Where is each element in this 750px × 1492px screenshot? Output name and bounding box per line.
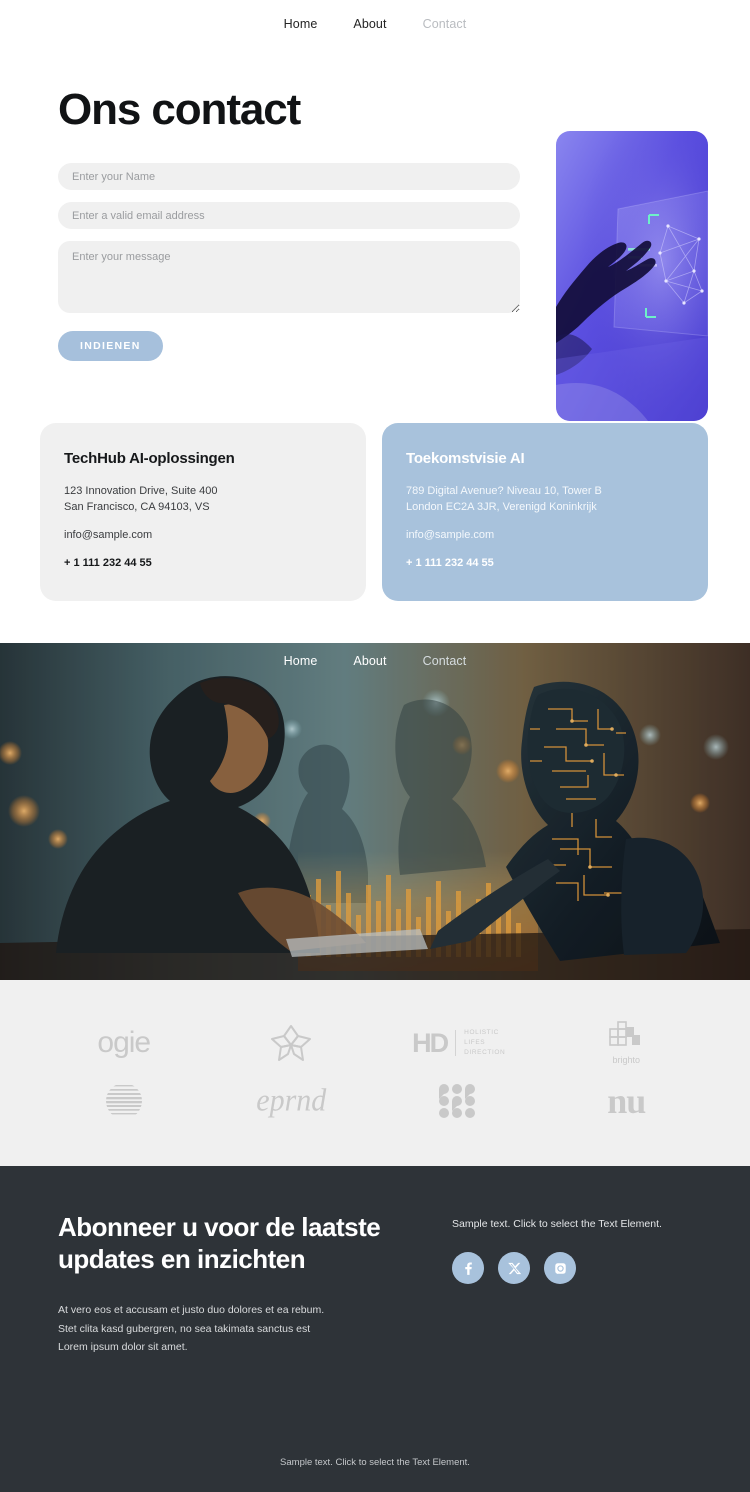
burla-logo-text: eprnd <box>256 1083 327 1118</box>
footer-body-line-1: At vero eos et accusam et justo duo dolo… <box>58 1304 325 1317</box>
footer-body-line-2: Stet clita kasd gubergren, no sea takima… <box>58 1322 311 1335</box>
hd-monogram: HD <box>412 1027 449 1058</box>
card-phone[interactable]: + 1 111 232 44 55 <box>64 557 342 569</box>
x-twitter-icon[interactable] <box>498 1252 530 1285</box>
brighto-blocks-icon <box>609 1021 641 1046</box>
banner-navigation: Home About Contact <box>0 654 750 668</box>
email-input[interactable] <box>58 202 520 230</box>
flower-star-icon <box>271 1025 312 1062</box>
card-email[interactable]: info@sample.com <box>64 528 342 544</box>
logo-divider <box>455 1030 457 1057</box>
page-root: Home About Contact Ons contact INDIENEN <box>0 0 750 1492</box>
holistic-lifes-direction-logo: HD HOLISTIC LIFES DIRECTION <box>384 1028 534 1059</box>
hd-tagline: HOLISTIC LIFES DIRECTION <box>464 1028 505 1058</box>
dot-pattern-icon <box>438 1084 475 1119</box>
footer-left-column: Abonneer u voor de laatste updates en in… <box>58 1212 388 1357</box>
logo-row-2: eprnd nu <box>0 1072 750 1130</box>
partner-logos-section: ogie HD HOLISTIC LIFES DIRECTION brighto… <box>0 980 750 1167</box>
woman-and-robot-illustration <box>0 643 750 981</box>
contact-hero-image <box>556 131 708 421</box>
footer-body-line-3: Lorem ipsum dolor sit amet. <box>58 1341 188 1354</box>
logo-row-1: ogie HD HOLISTIC LIFES DIRECTION brighto <box>0 1014 750 1072</box>
burla-script-logo: eprnd <box>216 1083 366 1118</box>
card-address-line-1: 789 Digital Avenue? Niveau 10, Tower B <box>406 485 602 498</box>
nav-item-home[interactable]: Home <box>284 17 318 31</box>
contact-section: Ons contact INDIENEN <box>0 47 750 602</box>
ogie-logo-text: ogie <box>97 1026 151 1060</box>
contact-card-toekomstvisie: Toekomstvisie AI 789 Digital Avenue? Niv… <box>382 423 708 602</box>
page-title: Ons contact <box>58 85 301 134</box>
nu-serif-logo: nu <box>551 1080 701 1122</box>
x-glyph <box>507 1262 521 1274</box>
name-input[interactable] <box>58 163 520 191</box>
banner-nav-item-home[interactable]: Home <box>284 654 318 668</box>
flower-star-logo <box>216 1020 366 1066</box>
card-address-line-2: London EC2A 3JR, Verenigd Koninkrijk <box>406 500 597 513</box>
hd-tagline-line-1: HOLISTIC <box>464 1028 499 1036</box>
hd-tagline-line-2: LIFES <box>464 1038 486 1046</box>
brighto-logo-text: brighto <box>612 1055 641 1066</box>
card-address-line-2: San Francisco, CA 94103, VS <box>64 500 210 513</box>
footer: Abonneer u voor de laatste updates en in… <box>0 1166 750 1492</box>
instagram-glyph <box>554 1262 566 1274</box>
nav-item-contact[interactable]: Contact <box>423 17 467 31</box>
card-phone[interactable]: + 1 111 232 44 55 <box>406 557 684 569</box>
contact-card-techhub: TechHub AI-oplossingen 123 Innovation Dr… <box>40 423 366 602</box>
banner-nav-item-about[interactable]: About <box>353 654 386 668</box>
dot-pattern-logo <box>384 1080 534 1122</box>
footer-bottom-text: Sample text. Click to select the Text El… <box>280 1456 470 1468</box>
hd-tagline-line-3: DIRECTION <box>464 1049 506 1057</box>
card-title: Toekomstvisie AI <box>406 450 525 468</box>
banner-nav-item-contact[interactable]: Contact <box>423 654 467 668</box>
message-textarea[interactable] <box>58 241 520 314</box>
brighto-logo: brighto <box>551 1021 701 1065</box>
hero-banner: Home About Contact <box>0 643 750 981</box>
card-address-line-1: 123 Innovation Drive, Suite 400 <box>64 485 218 498</box>
submit-button[interactable]: INDIENEN <box>58 331 163 362</box>
striped-globe-logo <box>49 1078 199 1124</box>
footer-right-column: Sample text. Click to select the Text El… <box>388 1212 662 1357</box>
footer-sample-text: Sample text. Click to select the Text El… <box>452 1218 662 1231</box>
social-links <box>452 1252 662 1285</box>
ogie-logo: ogie <box>49 1026 199 1060</box>
card-title: TechHub AI-oplossingen <box>64 450 235 468</box>
card-email[interactable]: info@sample.com <box>406 528 684 544</box>
footer-body: At vero eos et accusam et justo duo dolo… <box>58 1301 388 1356</box>
footer-heading: Abonneer u voor de laatste updates en in… <box>58 1212 381 1274</box>
nu-logo-text: nu <box>607 1081 646 1122</box>
nav-item-about[interactable]: About <box>353 17 386 31</box>
top-navigation: Home About Contact <box>0 0 750 47</box>
facebook-icon[interactable] <box>452 1252 484 1285</box>
facebook-glyph <box>464 1261 472 1275</box>
striped-globe-icon <box>105 1085 142 1115</box>
hand-hologram-illustration <box>556 131 708 421</box>
contact-form-column: Ons contact INDIENEN <box>0 47 520 362</box>
instagram-icon[interactable] <box>544 1252 576 1285</box>
